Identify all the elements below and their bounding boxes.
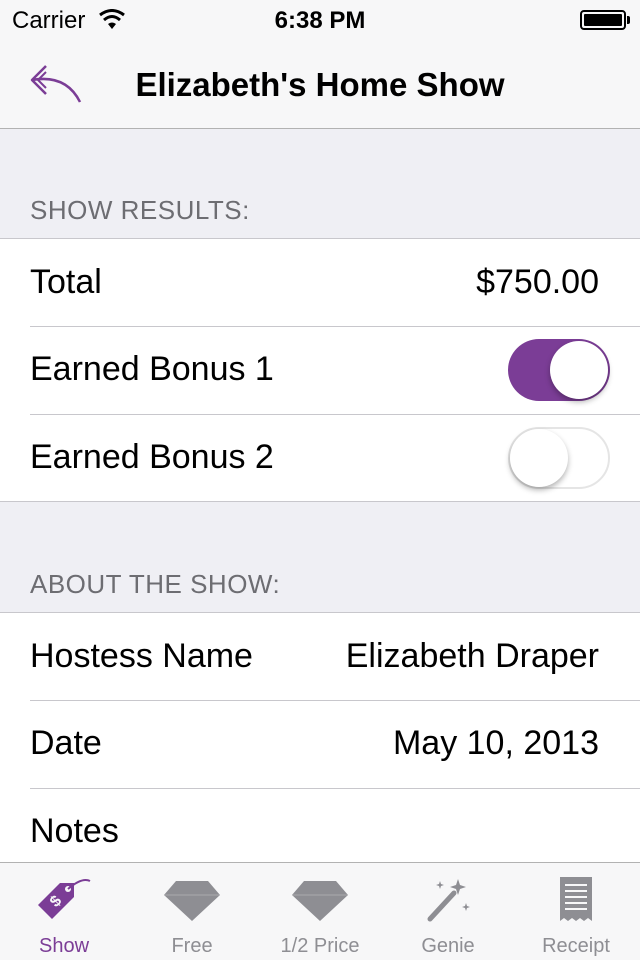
diamond-icon <box>292 881 348 921</box>
tab-receipt[interactable]: Receipt <box>512 863 640 960</box>
tab-half-price-label: 1/2 Price <box>280 935 360 957</box>
section-header-show-results: SHOW RESULTS: <box>30 195 250 225</box>
tab-half-price[interactable]: 1/2 Price <box>256 863 384 960</box>
tab-show[interactable]: $ Show <box>0 863 128 960</box>
tab-receipt-label: Receipt <box>542 935 610 957</box>
tab-free-label: Free <box>171 935 213 957</box>
total-value[interactable]: $750.00 <box>476 263 599 302</box>
page-title: Elizabeth's Home Show <box>135 66 505 103</box>
earned-bonus-1-row: Earned Bonus 1 <box>30 326 640 414</box>
price-tag-icon: $ <box>38 879 91 919</box>
about-group: Hostess Name Elizabeth Draper Date May 1… <box>0 612 640 872</box>
earned-bonus-2-label: Earned Bonus 2 <box>30 438 274 476</box>
tab-bar: $ Show Free 1/2 Price Genie Receipt <box>0 862 640 960</box>
tab-show-label: Show <box>38 935 90 957</box>
receipt-icon <box>560 877 592 921</box>
battery-icon <box>580 10 630 30</box>
date-row[interactable]: Date May 10, 2013 <box>30 700 640 788</box>
diamond-icon <box>164 881 220 921</box>
show-results-group: Total $750.00 Earned Bonus 1 Earned Bonu… <box>0 238 640 502</box>
earned-bonus-1-toggle[interactable] <box>508 339 610 401</box>
status-time: 6:38 PM <box>274 7 366 34</box>
notes-label: Notes <box>30 812 119 850</box>
date-value[interactable]: May 10, 2013 <box>393 724 599 763</box>
tab-genie-label: Genie <box>421 935 475 957</box>
section-header-about: ABOUT THE SHOW: <box>30 569 281 599</box>
navigation-bar: Elizabeth's Home Show <box>0 40 640 129</box>
magic-wand-icon <box>427 879 470 922</box>
status-bar: Carrier 6:38 PM <box>0 0 640 40</box>
hostess-label: Hostess Name <box>30 637 253 675</box>
earned-bonus-1-label: Earned Bonus 1 <box>30 350 274 388</box>
earned-bonus-2-toggle[interactable] <box>508 427 610 489</box>
hostess-row[interactable]: Hostess Name Elizabeth Draper <box>30 613 640 701</box>
date-label: Date <box>30 724 102 762</box>
tab-free[interactable]: Free <box>128 863 256 960</box>
hostess-value[interactable]: Elizabeth Draper <box>346 637 599 676</box>
total-row: Total $750.00 <box>30 239 640 327</box>
earned-bonus-2-row: Earned Bonus 2 <box>30 414 640 502</box>
total-label: Total <box>30 263 102 301</box>
tab-genie[interactable]: Genie <box>384 863 512 960</box>
